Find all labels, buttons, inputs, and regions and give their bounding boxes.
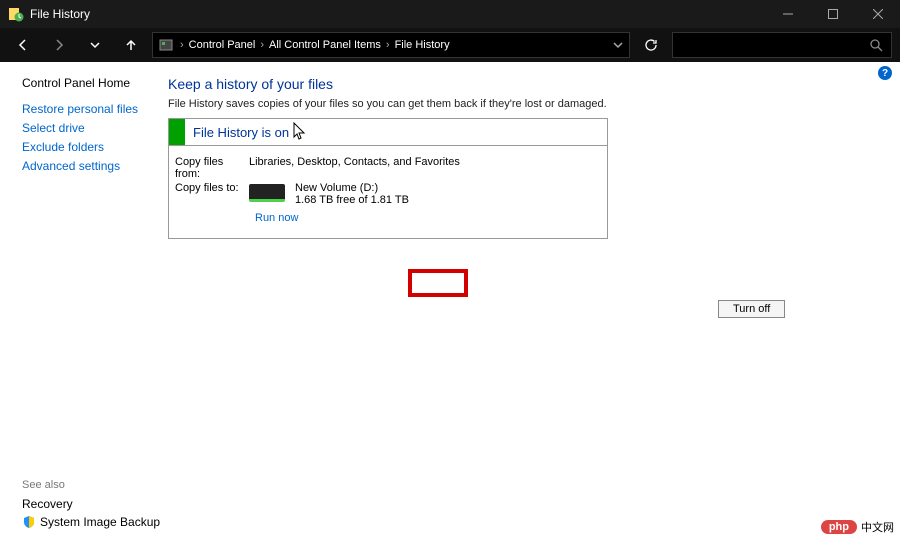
page-description: File History saves copies of your files … — [168, 98, 870, 110]
watermark: php 中文网 — [821, 519, 894, 535]
see-also-section: See also Recovery System Image Backup — [22, 479, 160, 529]
drive-name: New Volume (D:) — [295, 182, 409, 194]
file-history-icon — [8, 6, 24, 22]
breadcrumb[interactable]: File History — [395, 39, 450, 51]
forward-button[interactable] — [44, 30, 74, 60]
back-button[interactable] — [8, 30, 38, 60]
drive-icon — [249, 184, 285, 202]
status-header: File History is on — [169, 119, 607, 146]
search-icon — [870, 39, 883, 52]
breadcrumb[interactable]: Control Panel — [189, 39, 256, 51]
status-indicator-icon — [169, 119, 185, 145]
toolbar: › Control Panel › All Control Panel Item… — [0, 28, 900, 62]
up-button[interactable] — [116, 30, 146, 60]
left-panel: Control Panel Home Restore personal file… — [0, 62, 160, 539]
exclude-folders-link[interactable]: Exclude folders — [22, 140, 160, 154]
turn-off-button[interactable]: Turn off — [718, 300, 785, 318]
address-bar[interactable]: › Control Panel › All Control Panel Item… — [152, 32, 630, 58]
watermark-text: 中文网 — [861, 519, 894, 535]
status-box: File History is on Copy files from: Libr… — [168, 118, 608, 239]
refresh-button[interactable] — [636, 32, 666, 58]
minimize-button[interactable] — [765, 0, 810, 28]
recovery-link[interactable]: Recovery — [22, 497, 160, 511]
close-button[interactable] — [855, 0, 900, 28]
copy-to-label: Copy files to: — [175, 182, 249, 206]
main-panel: Keep a history of your files File Histor… — [160, 62, 900, 539]
breadcrumb[interactable]: All Control Panel Items — [269, 39, 381, 51]
shield-icon — [22, 515, 36, 529]
chevron-right-icon: › — [260, 39, 264, 51]
run-now-link[interactable]: Run now — [255, 212, 601, 224]
control-panel-icon — [159, 37, 175, 53]
copy-from-value: Libraries, Desktop, Contacts, and Favori… — [249, 156, 460, 180]
watermark-pill: php — [821, 520, 857, 534]
system-image-backup-link[interactable]: System Image Backup — [40, 515, 160, 529]
advanced-settings-link[interactable]: Advanced settings — [22, 159, 160, 173]
see-also-heading: See also — [22, 479, 160, 491]
page-heading: Keep a history of your files — [168, 76, 870, 92]
select-drive-link[interactable]: Select drive — [22, 121, 160, 135]
control-panel-home-link[interactable]: Control Panel Home — [22, 76, 160, 90]
window-title: File History — [30, 7, 90, 21]
chevron-down-icon[interactable] — [613, 40, 623, 50]
drive-free: 1.68 TB free of 1.81 TB — [295, 194, 409, 206]
copy-from-label: Copy files from: — [175, 156, 249, 180]
status-title: File History is on — [185, 125, 289, 140]
recent-dropdown[interactable] — [80, 30, 110, 60]
maximize-button[interactable] — [810, 0, 855, 28]
titlebar: File History — [0, 0, 900, 28]
content-area: ? Control Panel Home Restore personal fi… — [0, 62, 900, 539]
chevron-right-icon: › — [180, 39, 184, 51]
chevron-right-icon: › — [386, 39, 390, 51]
restore-link[interactable]: Restore personal files — [22, 102, 160, 116]
search-input[interactable] — [672, 32, 892, 58]
highlight-box — [408, 269, 468, 297]
